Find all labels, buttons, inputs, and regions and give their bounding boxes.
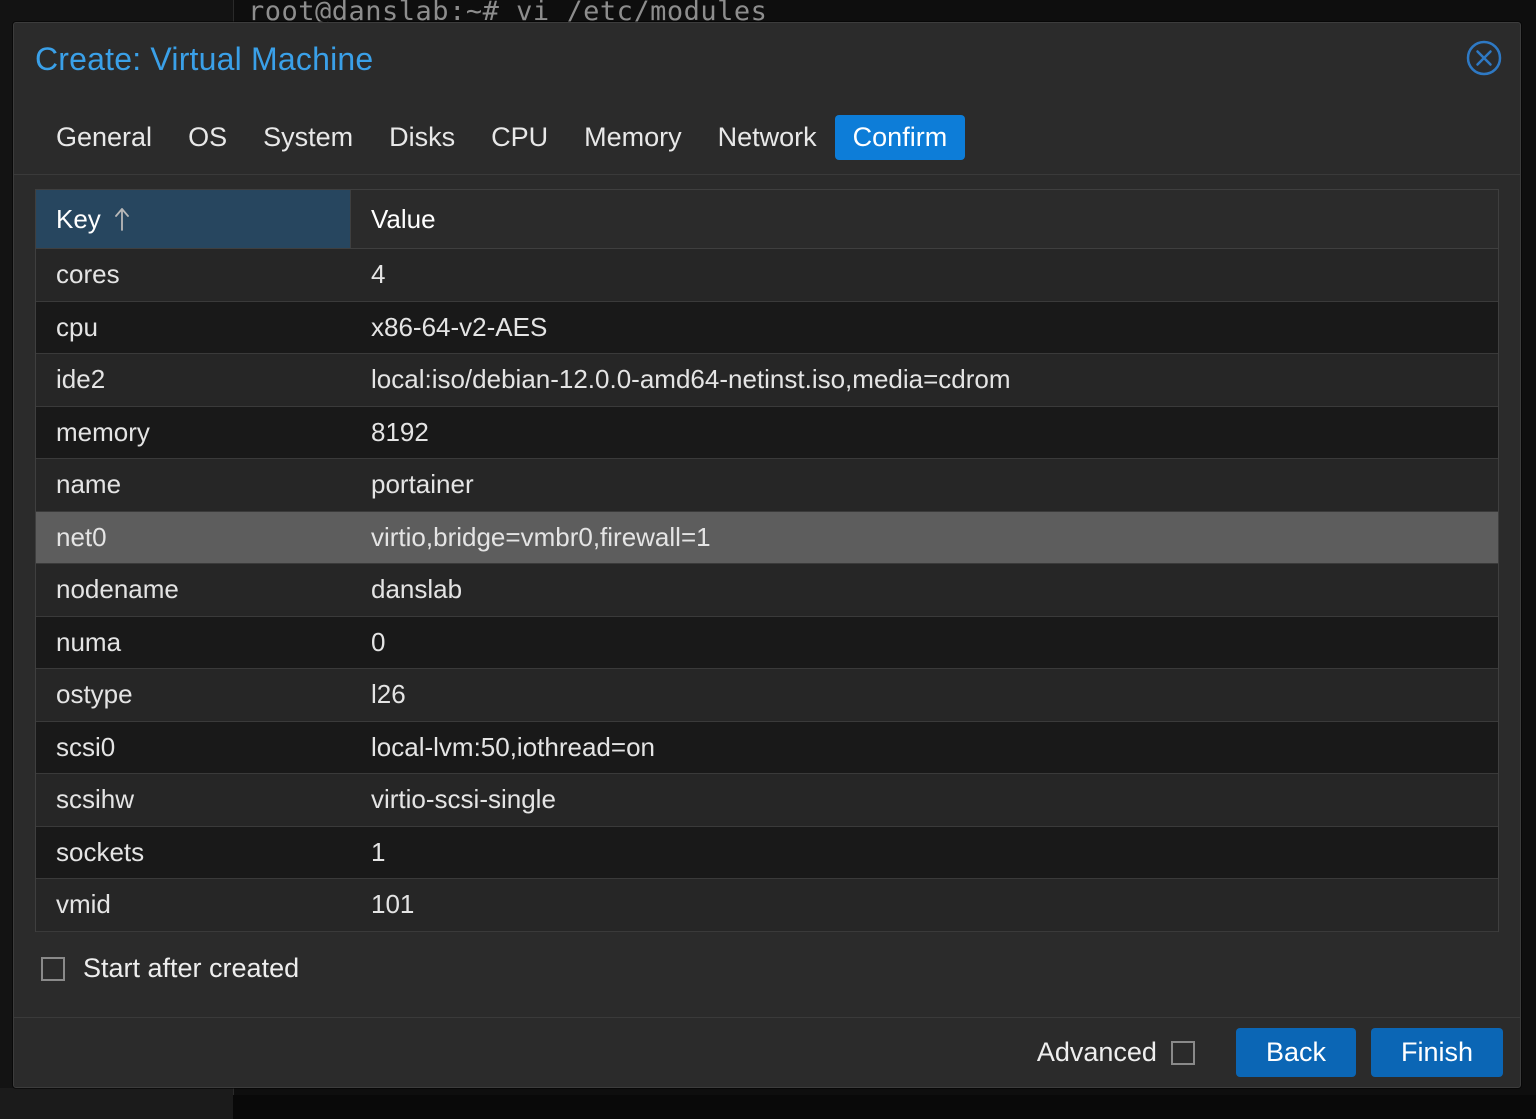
close-circle-icon[interactable] xyxy=(1464,38,1504,78)
tab-confirm-label: Confirm xyxy=(852,122,948,152)
table-cell-key: sockets xyxy=(56,836,145,867)
table-row[interactable]: net0 virtio,bridge=vmbr0,firewall=1 xyxy=(36,511,1498,564)
vm-summary-table: Key Value cores 4 cpu x86-64-v2-AES ide2 loca… xyxy=(35,189,1499,932)
dialog-footer: Advanced Back Finish xyxy=(14,1017,1520,1087)
table-row[interactable]: ostype l26 xyxy=(36,669,1498,722)
table-row[interactable]: ide2 local:iso/debian-12.0.0-amd64-netins… xyxy=(36,354,1498,407)
table-row[interactable]: numa 0 xyxy=(36,616,1498,669)
tab-os-label: OS xyxy=(188,122,228,152)
dialog-titlebar: Create: Virtual Machine xyxy=(14,23,1520,101)
table-cell-key: memory xyxy=(56,416,150,447)
back-button[interactable]: Back xyxy=(1235,1028,1356,1077)
table-cell-value: danslab xyxy=(371,574,463,605)
table-cell-value: portainer xyxy=(371,469,474,500)
table-cell-key: name xyxy=(56,469,122,500)
table-row[interactable]: cores 4 xyxy=(36,249,1498,302)
table-cell-value: virtio-scsi-single xyxy=(371,784,556,815)
table-cell-value: 8192 xyxy=(371,416,429,447)
dialog-title: Create: Virtual Machine xyxy=(35,41,374,77)
column-header-value[interactable]: Value xyxy=(351,190,1498,248)
tab-network[interactable]: Network xyxy=(700,115,835,160)
table-cell-key: numa xyxy=(56,626,122,657)
table-row[interactable]: nodename danslab xyxy=(36,564,1498,617)
column-header-key[interactable]: Key xyxy=(36,190,351,248)
dialog-body: Key Value cores 4 cpu x86-64-v2-AES ide2 loca… xyxy=(14,175,1520,1017)
tab-os[interactable]: OS xyxy=(170,115,245,160)
column-header-value-label: Value xyxy=(371,203,436,234)
tab-system-label: System xyxy=(263,122,354,152)
table-cell-value: 4 xyxy=(371,259,386,290)
table-body: cores 4 cpu x86-64-v2-AES ide2 local:iso/debi… xyxy=(36,249,1498,932)
table-cell-value: x86-64-v2-AES xyxy=(371,311,548,342)
tab-disks-label: Disks xyxy=(389,122,456,152)
table-cell-key: cores xyxy=(56,259,120,290)
table-row[interactable]: scsihw virtio-scsi-single xyxy=(36,774,1498,827)
finish-button[interactable]: Finish xyxy=(1370,1028,1503,1077)
table-cell-key: ostype xyxy=(56,679,133,710)
background-bottom-strip-right xyxy=(233,1095,1536,1119)
table-cell-key: vmid xyxy=(56,889,111,920)
tab-cpu[interactable]: CPU xyxy=(473,115,566,160)
table-cell-key: scsihw xyxy=(56,784,135,815)
table-cell-value: 1 xyxy=(371,836,386,867)
table-row[interactable]: memory 8192 xyxy=(36,406,1498,459)
table-cell-key: scsi0 xyxy=(56,731,116,762)
table-row[interactable]: sockets 1 xyxy=(36,826,1498,879)
tab-cpu-label: CPU xyxy=(491,122,549,152)
table-cell-key: nodename xyxy=(56,574,179,605)
table-cell-value: 101 xyxy=(371,889,415,920)
start-after-created-row: Start after created xyxy=(35,932,1499,1006)
table-cell-key: ide2 xyxy=(56,364,106,395)
create-virtual-machine-dialog: Create: Virtual Machine General OS Syste… xyxy=(13,22,1521,1088)
start-after-created-checkbox[interactable] xyxy=(41,956,65,981)
table-cell-value: l26 xyxy=(371,679,406,710)
column-header-key-label: Key xyxy=(56,203,101,234)
tab-confirm[interactable]: Confirm xyxy=(834,115,966,160)
table-header-row: Key Value xyxy=(36,190,1498,249)
tab-general-label: General xyxy=(56,122,153,152)
start-after-created-label: Start after created xyxy=(83,953,300,983)
table-row[interactable]: vmid 101 xyxy=(36,879,1498,932)
tab-general[interactable]: General xyxy=(38,115,170,160)
advanced-label: Advanced xyxy=(1036,1037,1157,1067)
table-cell-key: cpu xyxy=(56,311,98,342)
advanced-checkbox[interactable] xyxy=(1170,1040,1195,1065)
tab-memory-label: Memory xyxy=(584,122,682,152)
sort-ascending-arrow-icon xyxy=(113,206,131,232)
background-bottom-strip xyxy=(0,1088,233,1119)
table-cell-key: net0 xyxy=(56,521,107,552)
tab-disks[interactable]: Disks xyxy=(371,115,473,160)
table-cell-value: local-lvm:50,iothread=on xyxy=(371,731,655,762)
dialog-tabbar: General OS System Disks CPU Memory Netwo… xyxy=(14,101,1520,175)
tab-memory[interactable]: Memory xyxy=(566,115,700,160)
tab-system[interactable]: System xyxy=(245,115,371,160)
table-cell-value: local:iso/debian-12.0.0-amd64-netinst.is… xyxy=(371,364,1011,395)
tab-network-label: Network xyxy=(717,122,817,152)
table-row[interactable]: name portainer xyxy=(36,459,1498,512)
table-row[interactable]: scsi0 local-lvm:50,iothread=on xyxy=(36,721,1498,774)
table-row[interactable]: cpu x86-64-v2-AES xyxy=(36,301,1498,354)
table-cell-value: virtio,bridge=vmbr0,firewall=1 xyxy=(371,521,711,552)
table-cell-value: 0 xyxy=(371,626,386,657)
